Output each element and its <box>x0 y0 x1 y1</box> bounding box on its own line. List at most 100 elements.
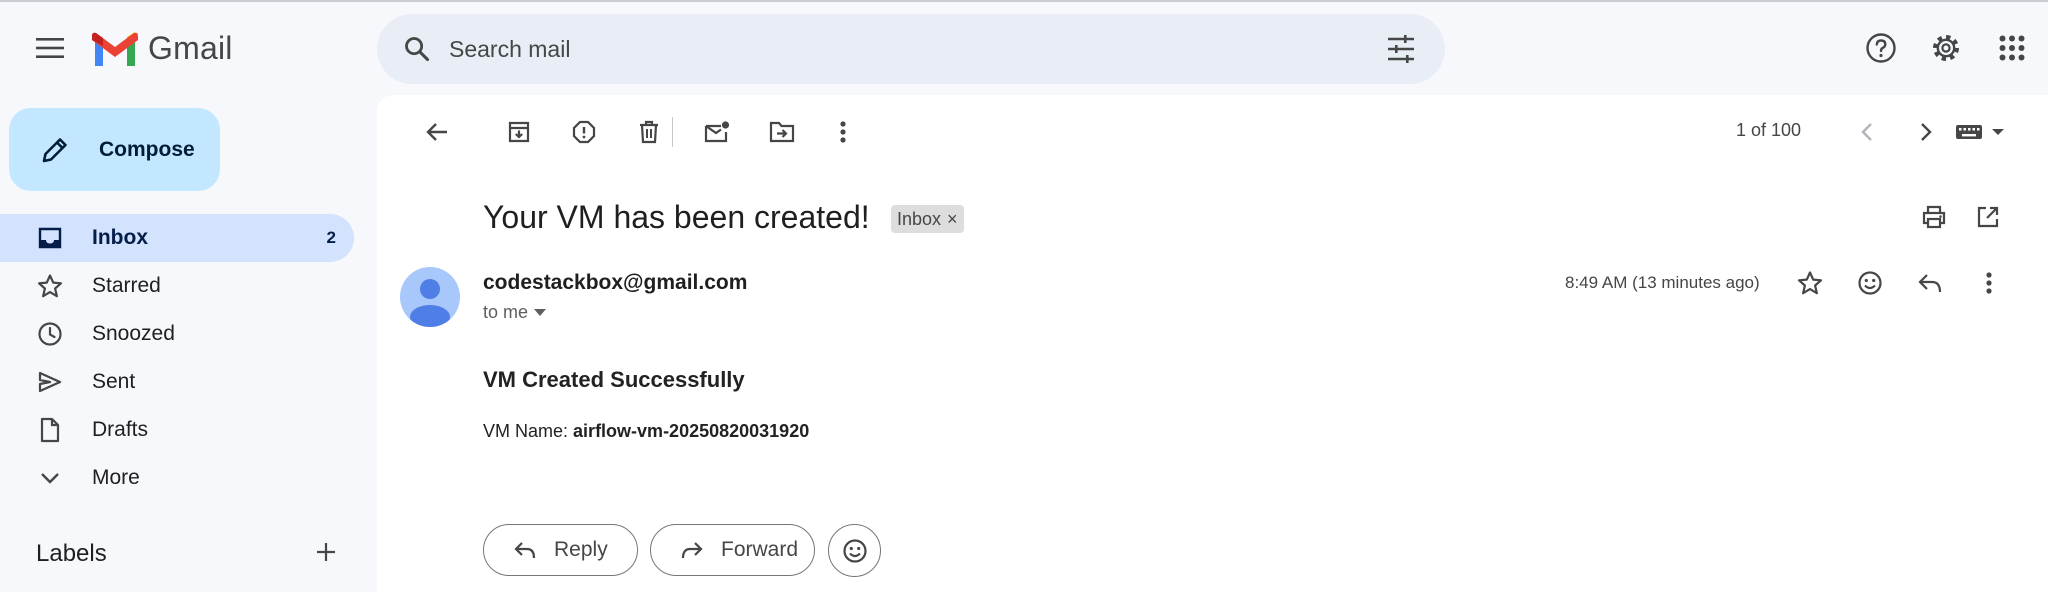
emoji-icon <box>842 538 867 563</box>
labels-heading: Labels <box>36 540 107 567</box>
forward-button[interactable]: Forward <box>650 524 815 576</box>
reply-icon-button[interactable] <box>1908 261 1952 305</box>
label-chip-text: Inbox <box>897 208 942 229</box>
report-spam-button[interactable] <box>562 110 606 154</box>
create-label-button[interactable] <box>306 532 346 572</box>
more-vert-icon <box>840 121 846 143</box>
sidebar-item-label: Drafts <box>92 418 149 441</box>
caret-down-icon <box>534 308 547 316</box>
email-timestamp: 8:49 AM (13 minutes ago) <box>1565 273 1760 292</box>
search-icon[interactable] <box>397 29 437 69</box>
dropdown-arrow-icon <box>1992 129 2004 135</box>
sidebar-item-sent[interactable]: Sent <box>0 358 354 406</box>
send-icon <box>34 366 66 398</box>
move-to-folder-icon <box>769 121 795 143</box>
sidebar-item-starred[interactable]: Starred <box>0 262 354 310</box>
chevron-down-icon <box>34 462 66 494</box>
older-button[interactable] <box>1904 110 1948 154</box>
search-options-icon[interactable] <box>1381 29 1421 69</box>
hamburger-icon <box>36 38 64 58</box>
gmail-logo[interactable]: Gmail <box>92 30 233 67</box>
emoji-icon <box>1858 271 1882 295</box>
main-menu-button[interactable] <box>26 24 74 72</box>
sidebar-item-more[interactable]: More <box>0 454 354 502</box>
message-more-button[interactable] <box>1967 261 2011 305</box>
add-reaction-button[interactable] <box>1848 261 1892 305</box>
email-body-heading: VM Created Successfully <box>483 367 745 392</box>
delete-button[interactable] <box>627 110 671 154</box>
emoji-reaction-button[interactable] <box>828 524 881 577</box>
remove-label-icon[interactable]: × <box>947 210 958 228</box>
archive-button[interactable] <box>497 110 541 154</box>
move-to-button[interactable] <box>760 110 804 154</box>
reply-arrow-icon <box>510 535 540 565</box>
arrow-back-icon <box>426 123 447 141</box>
label-chip-inbox[interactable]: Inbox × <box>891 205 964 233</box>
open-in-new-icon <box>1977 206 1999 228</box>
sidebar-item-label: Starred <box>92 274 161 297</box>
help-button[interactable] <box>1857 24 1905 72</box>
sidebar-item-inbox[interactable]: Inbox 2 <box>0 214 354 262</box>
reply-button[interactable]: Reply <box>483 524 638 576</box>
more-options-button[interactable] <box>821 110 865 154</box>
vm-name-value: airflow-vm-20250820031920 <box>573 421 810 441</box>
back-button[interactable] <box>415 110 459 154</box>
email-view-panel: 1 of 100 Your VM has been created! Inbox… <box>377 95 2048 592</box>
recipient-details-toggle[interactable]: to me <box>483 302 547 323</box>
pagination-count: 1 of 100 <box>1736 120 1802 140</box>
apps-button[interactable] <box>1988 24 2036 72</box>
open-new-window-button[interactable] <box>1966 195 2010 239</box>
clock-icon <box>34 318 66 350</box>
star-outline-icon <box>1797 271 1823 295</box>
mark-unread-button[interactable] <box>695 110 739 154</box>
sidebar-item-label: Inbox <box>92 226 148 249</box>
sidebar-item-snoozed[interactable]: Snoozed <box>0 310 354 358</box>
sidebar-item-drafts[interactable]: Drafts <box>0 406 354 454</box>
sender-email[interactable]: codestackbox@gmail.com <box>483 271 747 295</box>
star-icon <box>34 270 66 302</box>
reply-label: Reply <box>554 538 608 561</box>
person-icon <box>410 279 450 327</box>
compose-button[interactable]: Compose <box>9 108 220 191</box>
trash-icon <box>640 120 658 144</box>
window-top-border <box>0 0 2048 2</box>
draft-file-icon <box>34 414 66 446</box>
chevron-left-icon <box>1861 123 1872 141</box>
vm-name-label: VM Name: <box>483 421 569 441</box>
star-button[interactable] <box>1788 261 1832 305</box>
archive-icon <box>508 121 530 143</box>
print-button[interactable] <box>1912 195 1956 239</box>
search-bar[interactable] <box>377 14 1445 84</box>
more-vert-icon <box>1986 272 1992 294</box>
inbox-icon <box>34 222 66 254</box>
print-icon <box>1922 205 1946 229</box>
gmail-m-icon <box>92 31 138 66</box>
settings-button[interactable] <box>1922 24 1970 72</box>
keyboard-icon <box>1956 125 1982 139</box>
report-icon <box>572 120 596 144</box>
email-subject: Your VM has been created! <box>483 199 870 235</box>
sidebar-item-label: Snoozed <box>92 322 175 345</box>
apps-grid-icon <box>1999 35 2025 61</box>
app-name: Gmail <box>148 30 233 66</box>
mark-unread-icon <box>704 121 730 143</box>
pencil-icon <box>35 130 75 170</box>
sidebar-nav: Inbox 2 Starred Snoozed Sent Drafts More <box>0 214 354 502</box>
recipient-label: to me <box>483 302 529 322</box>
forward-label: Forward <box>721 538 799 561</box>
chevron-right-icon <box>1921 123 1932 141</box>
vm-name-line: VM Name: airflow-vm-20250820031920 <box>483 421 809 442</box>
sender-avatar[interactable] <box>400 267 460 327</box>
unread-count-badge: 2 <box>326 228 336 247</box>
toolbar-divider <box>672 117 673 147</box>
newer-button[interactable] <box>1845 110 1889 154</box>
reply-icon <box>1918 274 1942 293</box>
gear-icon <box>1933 35 1959 61</box>
sidebar-item-label: More <box>92 466 140 489</box>
input-tools-button[interactable] <box>1944 110 2016 154</box>
forward-arrow-icon <box>677 535 707 565</box>
search-input[interactable] <box>447 34 1351 64</box>
sidebar-item-label: Sent <box>92 370 136 393</box>
help-icon <box>1866 33 1896 63</box>
compose-label: Compose <box>99 137 195 161</box>
